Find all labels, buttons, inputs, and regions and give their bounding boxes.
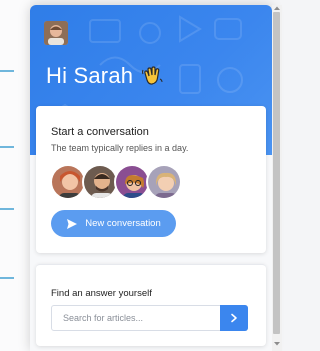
new-conversation-label: New conversation: [85, 218, 161, 229]
article-search: [51, 305, 248, 331]
team-avatar: [82, 164, 118, 200]
send-icon: [67, 218, 78, 229]
background-marker: [0, 208, 14, 210]
team-avatar: [50, 164, 86, 200]
chevron-right-icon: [231, 313, 237, 323]
new-conversation-button[interactable]: New conversation: [51, 210, 176, 237]
scrollbar-thumb[interactable]: [273, 12, 280, 334]
article-search-input[interactable]: [52, 306, 220, 330]
team-avatars: [50, 164, 182, 200]
waving-hand-icon: [141, 65, 163, 87]
find-answer-title: Find an answer yourself: [51, 288, 152, 299]
greeting-text: Hi Sarah: [46, 63, 134, 88]
background-marker: [0, 70, 14, 72]
user-avatar: [44, 21, 68, 45]
greeting-heading: Hi Sarah: [46, 63, 163, 89]
background-marker: [0, 277, 14, 279]
search-submit-button[interactable]: [220, 305, 248, 331]
scroll-down-arrow-icon[interactable]: [273, 341, 281, 347]
messenger-panel: Hi Sarah Start a conversation The team t…: [30, 5, 272, 351]
find-answer-card: Find an answer yourself: [36, 264, 266, 346]
card-title: Start a conversation: [51, 126, 149, 138]
reply-time-text: The team typically replies in a day.: [51, 143, 189, 153]
background-page: [0, 0, 30, 351]
scroll-up-arrow-icon[interactable]: [273, 5, 281, 11]
team-avatar: [114, 164, 150, 200]
team-avatar: [146, 164, 182, 200]
background-marker: [0, 146, 14, 148]
start-conversation-card: Start a conversation The team typically …: [36, 106, 266, 253]
